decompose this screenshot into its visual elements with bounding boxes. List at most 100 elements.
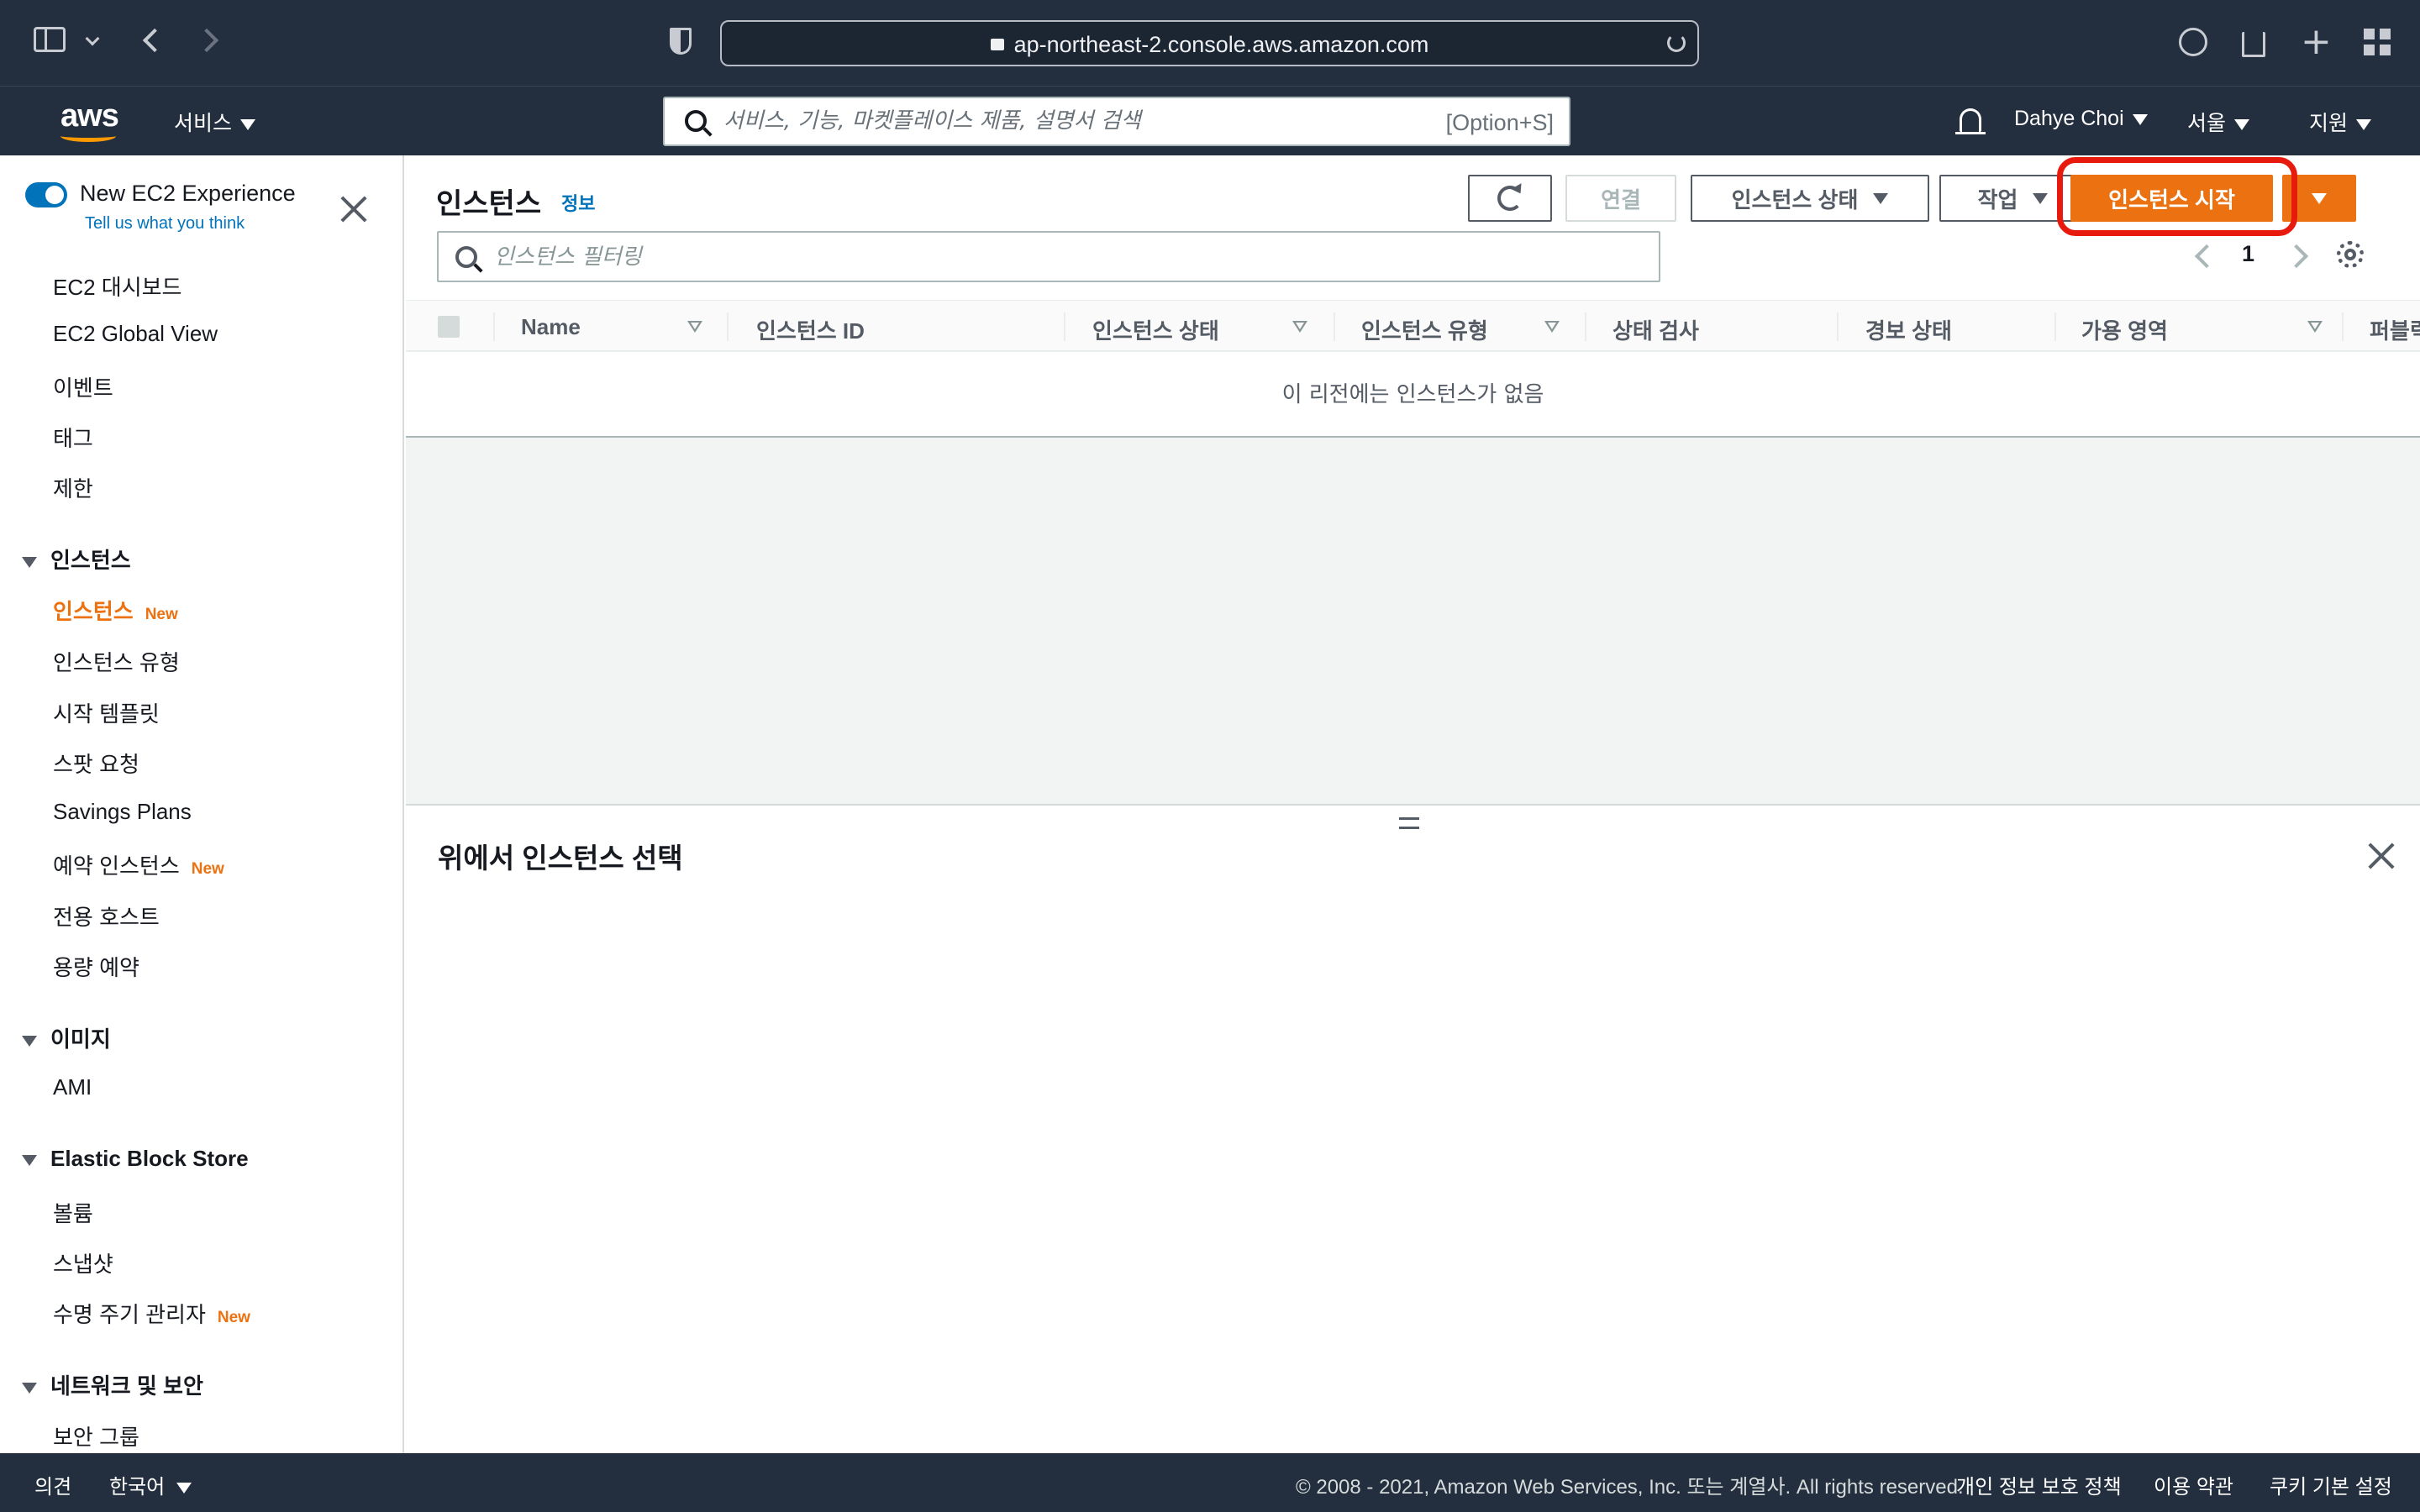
browser-toolbar: ap-northeast-2.console.aws.amazon.com + <box>0 0 2420 87</box>
column-instance-id[interactable]: 인스턴스 ID <box>756 314 865 345</box>
sidebar-item-spot-requests[interactable]: 스팟 요청 <box>53 748 139 779</box>
sidebar-item-events[interactable]: 이벤트 <box>53 371 113 402</box>
column-divider <box>1837 312 1839 341</box>
column-alarm-status[interactable]: 경보 상태 <box>1865 314 1952 345</box>
back-icon[interactable] <box>142 28 167 53</box>
user-menu[interactable]: Dahye Choi <box>2014 107 2148 131</box>
sidebar-section-ebs[interactable]: Elastic Block Store <box>22 1146 249 1172</box>
caret-down-icon <box>2356 118 2372 130</box>
sort-icon[interactable] <box>1544 321 1560 333</box>
page-number[interactable]: 1 <box>2242 241 2254 267</box>
sort-icon[interactable] <box>1292 321 1307 333</box>
info-link[interactable]: 정보 <box>561 189 595 216</box>
lock-icon <box>990 38 1004 50</box>
instance-filter[interactable] <box>437 231 1660 282</box>
tab-overview-icon[interactable] <box>2364 29 2391 55</box>
reload-icon[interactable] <box>1667 34 1686 52</box>
language-selector[interactable]: 한국어 <box>109 1470 192 1499</box>
instance-filter-input[interactable] <box>494 244 1586 270</box>
terms-link[interactable]: 이용 약관 <box>2154 1470 2233 1499</box>
support-menu[interactable]: 지원 <box>2309 107 2372 137</box>
notifications-bell-icon[interactable] <box>1955 108 1986 134</box>
caret-down-icon <box>176 1483 192 1494</box>
chevron-down-icon[interactable] <box>85 31 100 46</box>
sidebar-item-tags[interactable]: 태그 <box>53 422 93 453</box>
privacy-policy-link[interactable]: 개인 정보 보호 정책 <box>1956 1470 2122 1499</box>
connect-button[interactable]: 연결 <box>1565 175 1676 222</box>
gear-icon[interactable] <box>2337 241 2364 268</box>
sidebar-item-savings-plans[interactable]: Savings Plans <box>53 799 192 825</box>
privacy-shield-icon[interactable] <box>670 28 692 55</box>
global-search-input[interactable] <box>723 108 1379 134</box>
caret-down-icon <box>22 1154 37 1166</box>
sort-icon[interactable] <box>2307 321 2323 333</box>
forward-icon[interactable] <box>194 28 219 53</box>
url-text: ap-northeast-2.console.aws.amazon.com <box>1013 32 1429 57</box>
column-divider <box>493 312 495 341</box>
new-tab-icon[interactable]: + <box>2301 24 2332 60</box>
caret-down-icon <box>22 1382 37 1394</box>
sidebar-section-network-security[interactable]: 네트워크 및 보안 <box>22 1369 203 1400</box>
sidebar-item-launch-templates[interactable]: 시작 템플릿 <box>53 697 160 728</box>
global-search[interactable]: [Option+S] <box>663 97 1570 146</box>
url-bar[interactable]: ap-northeast-2.console.aws.amazon.com <box>720 20 1699 66</box>
sidebar-item-instances[interactable]: 인스턴스 New <box>53 595 178 626</box>
sidebar-item-limits[interactable]: 제한 <box>53 472 93 503</box>
resize-handle-icon[interactable] <box>1399 817 1419 829</box>
empty-message: 이 리전에는 인스턴스가 없음 <box>1281 382 1544 407</box>
sidebar-item-lifecycle-manager[interactable]: 수명 주기 관리자 New <box>53 1298 250 1329</box>
sidebar-item-dedicated-hosts[interactable]: 전용 호스트 <box>53 900 160 932</box>
instance-state-button[interactable]: 인스턴스 상태 <box>1691 175 1929 222</box>
column-divider <box>1334 312 1335 341</box>
footer: 의견 한국어 © 2008 - 2021, Amazon Web Service… <box>0 1453 2420 1512</box>
column-name[interactable]: Name <box>521 314 581 340</box>
column-divider <box>2342 312 2344 341</box>
sidebar-toggle-icon[interactable] <box>34 27 66 52</box>
refresh-icon <box>1497 183 1526 211</box>
sidebar-item-reserved-instances[interactable]: 예약 인스턴스 New <box>53 849 224 880</box>
downloads-icon[interactable] <box>2179 28 2207 56</box>
select-all-checkbox[interactable] <box>438 316 460 338</box>
caret-down-icon <box>22 1035 37 1047</box>
column-instance-state[interactable]: 인스턴스 상태 <box>1092 314 1219 345</box>
previous-page-icon[interactable] <box>2194 244 2219 269</box>
services-menu[interactable]: 서비스 <box>174 107 256 137</box>
next-page-icon[interactable] <box>2284 244 2309 269</box>
refresh-button[interactable] <box>1468 175 1552 222</box>
sidebar-item-security-groups[interactable]: 보안 그룹 <box>53 1420 139 1452</box>
region-menu[interactable]: 서울 <box>2187 107 2250 137</box>
sidebar-item-snapshots[interactable]: 스냅샷 <box>53 1247 113 1278</box>
aws-console-header: aws 서비스 [Option+S] Dahye Choi 서울 지원 <box>0 87 2420 155</box>
column-instance-type[interactable]: 인스턴스 유형 <box>1361 314 1488 345</box>
feedback-link[interactable]: Tell us what you think <box>85 214 245 234</box>
sidebar-item-volumes[interactable]: 볼륨 <box>53 1197 93 1228</box>
sidebar-item-ami[interactable]: AMI <box>53 1074 92 1100</box>
new-experience-toggle[interactable] <box>25 182 67 207</box>
close-icon[interactable] <box>339 194 369 224</box>
search-shortcut-hint: [Option+S] <box>1445 110 1554 135</box>
caret-down-icon <box>22 556 37 568</box>
aws-logo[interactable]: aws <box>60 98 119 134</box>
instances-toolbar: 인스턴스 정보 연결 인스턴스 상태 작업 인스턴스 시작 1 <box>406 155 2420 300</box>
column-status-check[interactable]: 상태 검사 <box>1612 314 1699 345</box>
share-icon[interactable] <box>2242 32 2265 57</box>
feedback-link[interactable]: 의견 <box>34 1470 71 1499</box>
sidebar-item-instance-types[interactable]: 인스턴스 유형 <box>53 646 180 677</box>
copyright-text: © 2008 - 2021, Amazon Web Services, Inc.… <box>1296 1476 1964 1499</box>
sidebar-item-capacity-reservations[interactable]: 용량 예약 <box>53 951 139 982</box>
column-availability-zone[interactable]: 가용 영역 <box>2081 314 2168 345</box>
sidebar-item-ec2-dashboard[interactable]: EC2 대시보드 <box>53 270 182 302</box>
caret-down-icon <box>1873 192 1889 204</box>
caret-down-icon <box>2132 113 2148 125</box>
sidebar-section-instances[interactable]: 인스턴스 <box>22 543 131 575</box>
sidebar-section-images[interactable]: 이미지 <box>22 1022 111 1053</box>
cookie-preferences-link[interactable]: 쿠키 기본 설정 <box>2270 1470 2392 1499</box>
sidebar-item-global-view[interactable]: EC2 Global View <box>53 321 218 347</box>
close-icon[interactable] <box>2366 841 2396 871</box>
split-panel-title: 위에서 인스턴스 선택 <box>438 843 683 874</box>
column-divider <box>727 312 729 341</box>
new-badge: New <box>217 1309 250 1326</box>
sort-icon[interactable] <box>687 321 702 333</box>
launch-button-highlight <box>2057 157 2297 236</box>
column-public[interactable]: 퍼블릭 <box>2370 314 2420 345</box>
